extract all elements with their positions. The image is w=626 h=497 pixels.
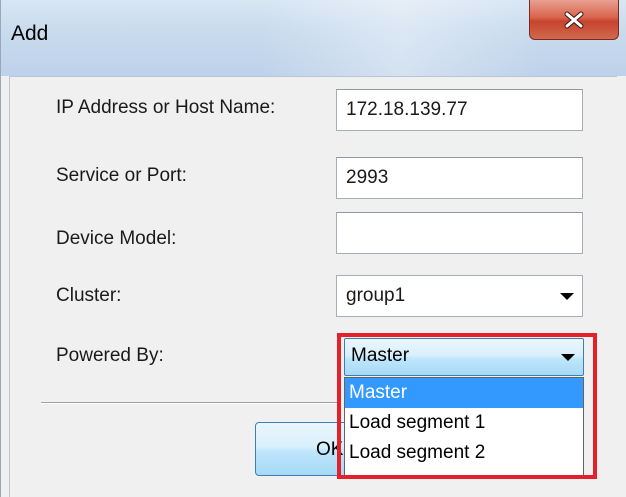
cluster-label: Cluster: [56, 285, 122, 306]
service-port-input[interactable]: 2993 [336, 157, 583, 199]
ip-address-input[interactable]: 172.18.139.77 [336, 89, 583, 131]
device-model-input[interactable] [336, 212, 583, 254]
cluster-select-value: group1 [346, 285, 406, 306]
add-dialog: Add IP Address or Host Name: 172.18.139.… [0, 0, 626, 497]
service-port-label: Service or Port: [56, 165, 187, 186]
title-bar-glass [261, 0, 541, 76]
device-model-label: Device Model: [56, 228, 177, 249]
close-x-icon [563, 11, 585, 29]
dialog-title: Add [11, 22, 49, 45]
chevron-down-icon [560, 293, 574, 300]
close-button[interactable] [529, 0, 619, 40]
cluster-select[interactable]: group1 [336, 275, 583, 317]
ip-address-label: IP Address or Host Name: [56, 97, 276, 118]
title-bar[interactable]: Add [1, 0, 626, 76]
powered-by-label: Powered By: [56, 345, 164, 366]
separator-line [41, 402, 341, 404]
annotation-highlight-box [337, 333, 597, 479]
